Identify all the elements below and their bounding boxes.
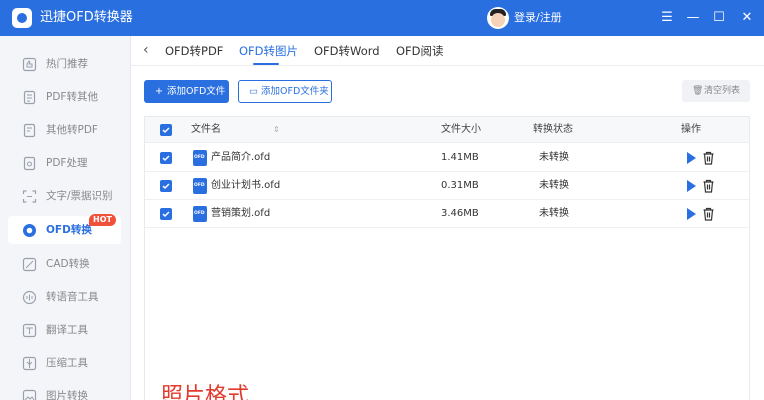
- file-status: 未转换: [539, 208, 569, 219]
- play-icon[interactable]: [687, 180, 696, 192]
- folder-icon: ▭: [249, 86, 258, 97]
- header-filename[interactable]: 文件名 ⇕: [191, 124, 280, 136]
- trash-icon: 🗑: [692, 86, 704, 96]
- trash-icon[interactable]: [702, 179, 715, 193]
- tab-ofd-to-pdf[interactable]: OFD转PDF: [165, 44, 223, 58]
- select-all-checkbox[interactable]: [160, 124, 172, 136]
- translate-icon: [22, 323, 37, 338]
- sidebar-item-audio[interactable]: 转语音工具: [8, 283, 121, 311]
- sidebar-item-label: 转语音工具: [46, 291, 99, 303]
- hot-badge: HOT: [89, 214, 116, 226]
- login-link[interactable]: 登录/注册: [514, 11, 562, 25]
- sidebar-item-label: 热门推荐: [46, 58, 88, 70]
- file-name: 产品简介.ofd: [211, 152, 271, 163]
- sidebar-item-other-to-pdf[interactable]: 其他转PDF: [8, 116, 121, 144]
- file-size: 1.41MB: [441, 152, 479, 163]
- table-row: 创业计划书.ofd 0.31MB 未转换: [145, 172, 749, 200]
- sidebar-item-compress[interactable]: 压缩工具: [8, 349, 121, 377]
- sidebar-item-translate[interactable]: 翻译工具: [8, 316, 121, 344]
- ofd-file-icon: [193, 206, 207, 222]
- sort-icon: ⇕: [273, 125, 280, 134]
- ocr-icon: [22, 190, 37, 203]
- add-folder-label: 添加OFD文件夹: [261, 86, 329, 97]
- active-tab-indicator: [253, 63, 279, 65]
- file-status: 未转换: [539, 152, 569, 163]
- overlay-caption: 照片格式: [161, 384, 250, 400]
- sidebar-item-label: OFD转换: [46, 224, 92, 236]
- file-status: 未转换: [539, 180, 569, 191]
- table-row: 营销策划.ofd 3.46MB 未转换: [145, 200, 749, 228]
- clear-list-label: 清空列表: [704, 86, 741, 96]
- sidebar-item-pdf-tools[interactable]: PDF处理: [8, 149, 121, 177]
- sidebar-item-pdf-to-other[interactable]: PDF转其他: [8, 83, 121, 111]
- trash-icon[interactable]: [702, 207, 715, 221]
- plus-icon: +: [155, 86, 163, 97]
- title-bar: 迅捷OFD转换器 登录/注册 ☰ — ☐ ✕: [0, 0, 764, 36]
- file-name: 营销策划.ofd: [211, 208, 271, 219]
- play-icon[interactable]: [687, 152, 696, 164]
- minimize-button[interactable]: —: [684, 9, 702, 27]
- sidebar-item-label: 压缩工具: [46, 357, 88, 369]
- ofd-file-icon: [193, 178, 207, 194]
- sidebar-item-hot[interactable]: 热门推荐: [8, 50, 121, 78]
- file-size: 0.31MB: [441, 180, 479, 191]
- cad-icon: [22, 257, 37, 272]
- sidebar-item-ocr[interactable]: 文字/票据识别: [8, 182, 121, 210]
- sidebar-item-label: CAD转换: [46, 258, 90, 270]
- app-title: 迅捷OFD转换器: [40, 10, 133, 25]
- sidebar-item-ofd-convert[interactable]: OFD转换 HOT: [8, 214, 121, 244]
- add-file-button[interactable]: + 添加OFD文件: [144, 80, 229, 103]
- pdf-tool-icon: [23, 156, 36, 171]
- sidebar-item-label: 文字/票据识别: [46, 190, 113, 202]
- row-checkbox[interactable]: [160, 208, 172, 220]
- row-checkbox[interactable]: [160, 152, 172, 164]
- menu-button[interactable]: ☰: [658, 9, 676, 27]
- add-file-label: 添加OFD文件: [167, 86, 226, 97]
- ofd-icon: [23, 224, 36, 237]
- tab-ofd-reader[interactable]: OFD阅读: [396, 44, 444, 58]
- header-status: 转换状态: [533, 124, 573, 135]
- ofd-file-icon: [193, 150, 207, 166]
- tab-ofd-to-image[interactable]: OFD转图片: [239, 44, 298, 58]
- add-folder-button[interactable]: ▭ 添加OFD文件夹: [238, 80, 332, 103]
- table-row: 产品简介.ofd 1.41MB 未转换: [145, 144, 749, 172]
- header-filename-label: 文件名: [191, 124, 221, 135]
- clear-list-button[interactable]: 🗑 清空列表: [682, 80, 750, 102]
- sidebar-item-image[interactable]: 图片转换: [8, 382, 121, 400]
- file-name: 创业计划书.ofd: [211, 180, 281, 191]
- sidebar: 热门推荐 PDF转其他 其他转PDF PDF处理 文字/票据识别 OFD转换 H…: [0, 36, 131, 400]
- sidebar-item-label: PDF转其他: [46, 91, 98, 103]
- audio-icon: [22, 290, 37, 305]
- doc-to-pdf-icon: [23, 123, 36, 138]
- pdf-doc-icon: [23, 90, 36, 105]
- play-icon[interactable]: [687, 208, 696, 220]
- thumb-up-icon: [22, 57, 37, 72]
- maximize-button[interactable]: ☐: [710, 9, 728, 27]
- row-checkbox[interactable]: [160, 180, 172, 192]
- close-button[interactable]: ✕: [738, 9, 756, 27]
- sidebar-item-label: 其他转PDF: [46, 124, 98, 136]
- header-filesize: 文件大小: [441, 124, 481, 135]
- file-size: 3.46MB: [441, 208, 479, 219]
- tab-bar: ‹ OFD转PDF OFD转图片 OFD转Word OFD阅读: [131, 36, 764, 66]
- sidebar-item-label: PDF处理: [46, 157, 88, 169]
- sidebar-item-cad[interactable]: CAD转换: [8, 250, 121, 278]
- sidebar-item-label: 翻译工具: [46, 324, 88, 336]
- file-table: 文件名 ⇕ 文件大小 转换状态 操作 产品简介.ofd 1.41MB 未转换 创…: [144, 116, 750, 400]
- sidebar-item-label: 图片转换: [46, 390, 88, 400]
- table-header: 文件名 ⇕ 文件大小 转换状态 操作: [145, 117, 749, 143]
- tab-ofd-to-word[interactable]: OFD转Word: [314, 44, 380, 58]
- image-icon: [22, 389, 37, 400]
- avatar[interactable]: [487, 7, 509, 29]
- header-action: 操作: [681, 124, 701, 135]
- trash-icon[interactable]: [702, 151, 715, 165]
- app-logo-icon: [12, 8, 32, 28]
- back-chevron-icon[interactable]: ‹: [143, 42, 149, 58]
- compress-icon: [22, 356, 37, 371]
